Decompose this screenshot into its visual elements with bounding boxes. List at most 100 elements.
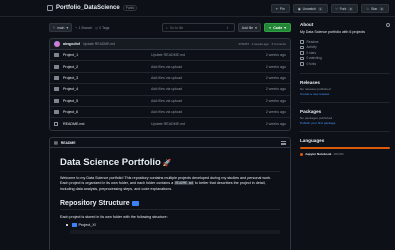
fork-count: 0 [348,6,354,11]
star-button[interactable]: ☆ Star 0 [361,4,389,13]
readme-panel: ▤ README Data Science Portfolio 🚀 Welcom… [49,137,291,250]
watch-label: Unwatch [302,6,316,11]
file-list: Project_1 Update README.md 2 weeks ago Proj… [50,50,290,130]
file-date: 2 weeks ago [265,110,286,115]
table-row[interactable]: Project_3 Add files via upload 2 weeks ago [50,73,290,85]
star-icon: ☆ [366,6,370,11]
file-commit-message[interactable]: Add files via upload [151,99,266,103]
add-file-button[interactable]: Add file ▾ [237,23,261,32]
search-icon: ⌕ [165,25,168,30]
languages-heading: Languages [300,138,390,143]
latest-commit-bar: aleqpullof Update README.md 470f257 · 2 … [50,39,290,50]
file-name[interactable]: README.md [63,122,151,126]
releases-heading[interactable]: Releases [300,80,390,85]
inline-code: README.md [174,181,194,186]
language-name: Jupyter Notebook [305,152,332,156]
file-commit-message[interactable]: Add files via upload [151,87,266,91]
readme-content: Data Science Portfolio 🚀 Welcome to my D… [50,148,290,243]
sidebar-item-label: Readme [306,39,319,44]
publish-package-link[interactable]: Publish your first package [300,121,390,125]
structure-text: Each project is stored in its own folder… [60,214,168,219]
gear-icon[interactable] [386,22,390,27]
sidebar-item[interactable]: 0 forks [300,61,390,67]
table-row[interactable]: Project_6 Add files via upload 2 weeks ago [50,107,290,119]
file-name[interactable]: Project_3 [63,76,151,80]
commit-author[interactable]: aleqpullof [63,42,80,46]
file-commit-message[interactable]: Add files via upload [151,76,266,80]
file-date: 2 weeks ago [265,122,286,127]
file-commit-message[interactable]: Update README.md [151,122,266,126]
packages-heading[interactable]: Packages [300,109,390,114]
file-name[interactable]: Project_2 [63,65,151,69]
watch-button[interactable]: ◉ Unwatch 1 [292,4,328,13]
file-commit-message[interactable]: Add files via upload [151,65,266,69]
chevron-down-icon: ▾ [255,25,257,30]
file-name[interactable]: Project_1 [63,53,151,57]
folder-icon [54,75,59,80]
languages-title: Languages [300,137,325,143]
file-commit-message[interactable]: Update README.md [151,53,266,57]
folder-icon [54,110,59,115]
avatar[interactable] [54,41,60,47]
file-date: 2 weeks ago [265,87,286,92]
chevron-down-icon: ▾ [284,25,286,30]
readme-title-text: Data Science Portfolio [60,157,161,168]
rocket-icon: 🚀 [162,159,172,167]
create-release-link[interactable]: Create a new release [300,92,390,96]
commit-meta: 470f257 · 2 weeks ago 6 Commits [238,42,286,46]
repo-name[interactable]: Portfolio_DataScience [56,5,120,11]
code-block [70,229,280,234]
table-row[interactable]: Project_1 Update README.md 2 weeks ago [50,50,290,62]
table-row[interactable]: Project_2 Add files via upload 2 weeks ago [50,61,290,73]
sidebar-item-label: 0 watching [306,56,322,61]
list-item: Project_X/ [66,223,280,227]
commit-hash-time[interactable]: 470f257 · 2 weeks ago [238,42,268,46]
code-button[interactable]: ‹› Code ▾ [263,23,291,32]
packages-title: Packages [300,108,322,114]
folder-icon [71,223,77,227]
pin-button[interactable]: ⌖ Pin [270,4,290,13]
table-row[interactable]: Project_5 Add files via upload 2 weeks ago [50,96,290,107]
eye-icon: ◉ [297,6,301,11]
file-name[interactable]: Project_6 [63,110,151,114]
branch-toolbar: ⑂ main ▾ ⑂ 1 Branch ◇ 0 Tags ⌕ t Add fil… [49,22,291,33]
eye-icon [300,56,304,60]
fork-icon [300,62,304,66]
bullet-dot [66,224,68,226]
tags-label: 0 Tags [99,25,110,30]
branch-name: main [57,25,65,30]
file-name[interactable]: Project_4 [63,87,151,91]
fork-button[interactable]: ⑂ Fork 0 [330,4,359,13]
repo-description: My Data Science portfolio with 6 project… [300,30,365,34]
table-row[interactable]: Project_4 Add files via upload 2 weeks ago [50,84,290,96]
tag-icon: ◇ [95,25,98,30]
bullet-label: Project_X/ [78,222,97,227]
branches-link[interactable]: ⑂ 1 Branch [75,26,92,30]
add-file-label: Add file [241,25,254,30]
repo-actions: ⌖ Pin ◉ Unwatch 1 ⑂ Fork 0 ☆ Star 0 [270,4,389,13]
readme-tab[interactable]: README [61,141,76,145]
fork-icon: ⑂ [335,6,338,11]
branch-selector[interactable]: ⑂ main ▾ [49,23,73,32]
tags-link[interactable]: ◇ 0 Tags [95,26,109,30]
file-commit-message[interactable]: Add files via upload [151,110,266,114]
language-item[interactable]: Jupyter Notebook 100.0% [300,152,390,156]
commit-message[interactable]: Update README.md [83,42,115,46]
language-percent: 100.0% [333,152,344,156]
folder-icon [54,53,59,58]
readme-intro: Welcome to my Data Science portfolio! Th… [60,176,280,192]
file-name[interactable]: Project_5 [63,99,151,103]
go-to-file-search[interactable]: ⌕ t [161,23,235,32]
code-label: Code [273,25,283,30]
code-icon: ‹› [268,25,272,30]
table-row[interactable]: README.md Update README.md 2 weeks ago [50,118,290,129]
branch-icon: ⑂ [75,25,78,30]
watch-count: 1 [317,6,323,11]
commit-count[interactable]: 6 Commits [272,42,286,46]
language-bar [300,146,390,149]
folder-icon [54,64,59,69]
search-input[interactable] [169,25,225,30]
file-browser: aleqpullof Update README.md 470f257 · 2 … [49,38,291,131]
outline-icon[interactable] [281,140,286,145]
file-date: 2 weeks ago [265,53,286,58]
